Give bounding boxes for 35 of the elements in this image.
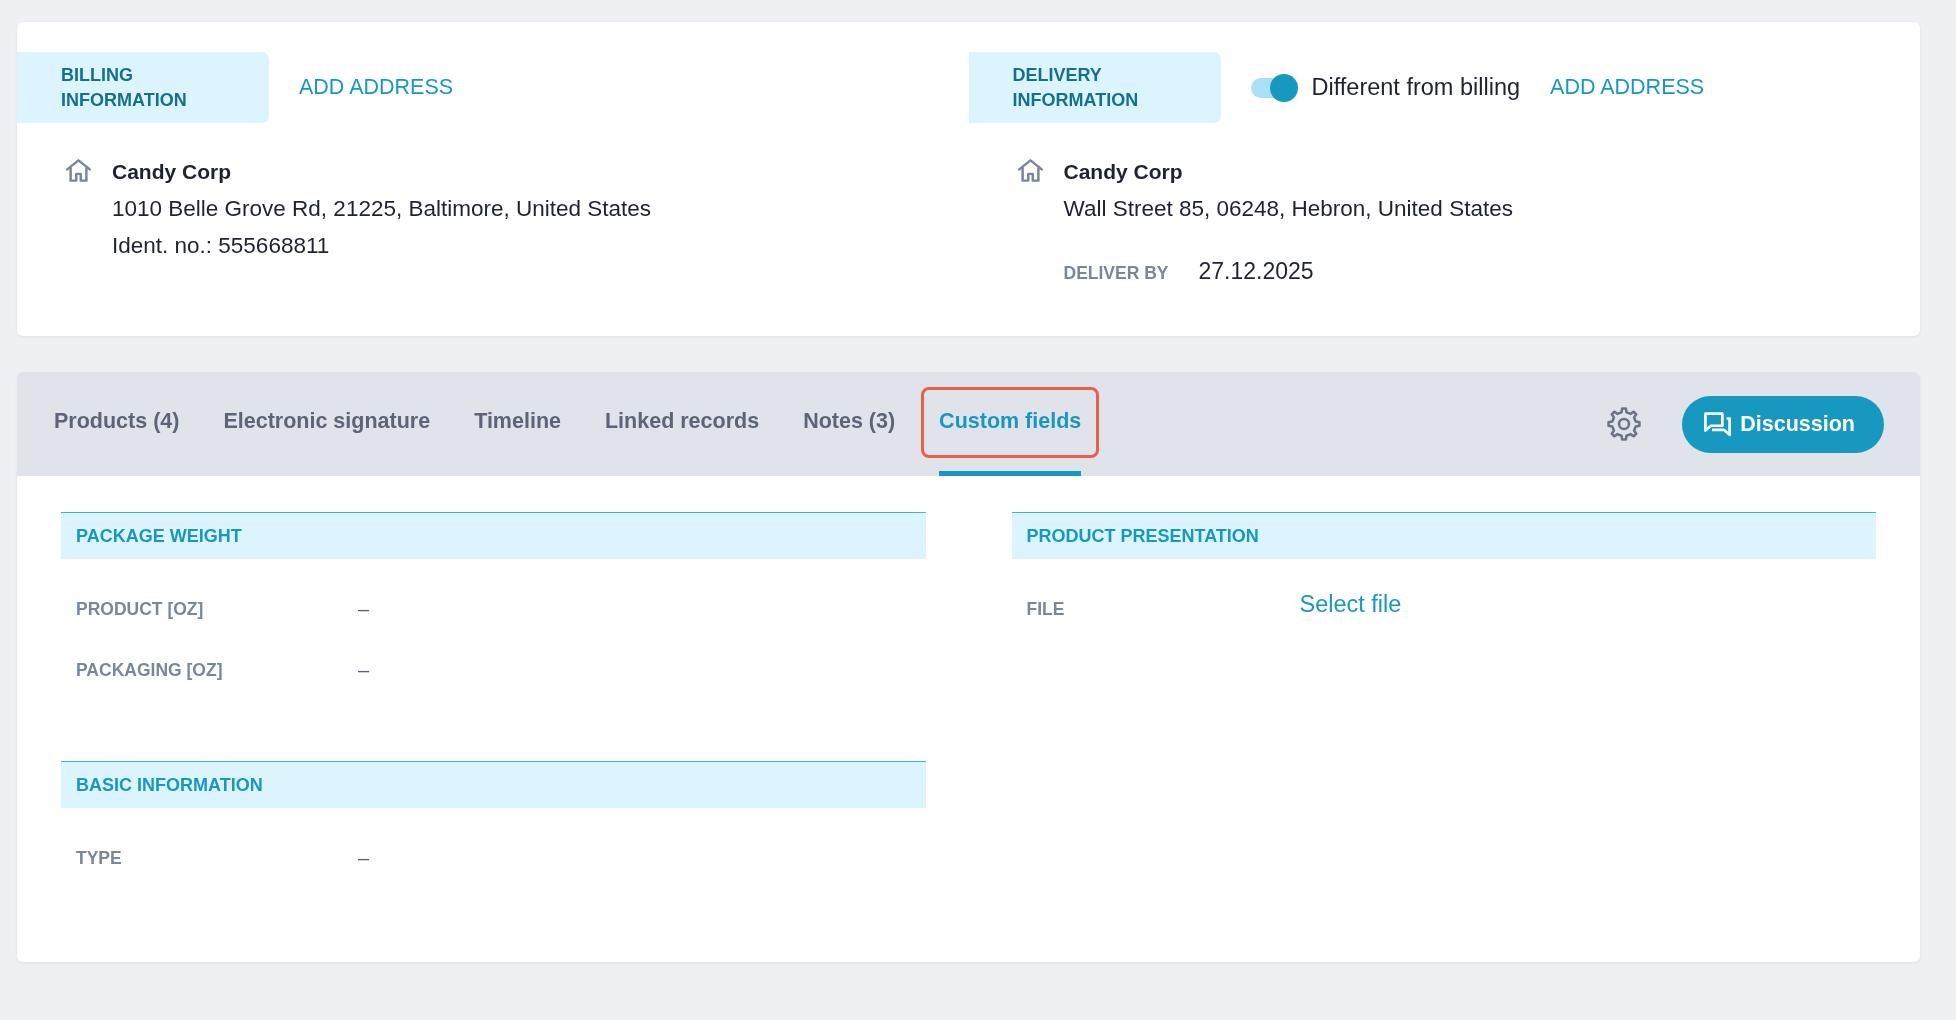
address-line: Wall Street 85, 06248, Hebron, United States: [1063, 195, 1513, 223]
section-header: DELIVERY INFORMATION: [968, 52, 1221, 123]
field-label: FILE: [1026, 599, 1065, 620]
tab[interactable]: Electronic signature: [223, 372, 431, 476]
select-file-link[interactable]: Select file: [1299, 591, 1402, 618]
field-value: –: [358, 598, 370, 621]
company-name: Candy Corp: [112, 159, 232, 185]
field-label: TYPE: [76, 848, 122, 869]
add-address-link[interactable]: ADD ADDRESS: [299, 75, 454, 100]
deliver-by-label: DELIVER BY: [1063, 262, 1169, 285]
address-line: 1010 Belle Grove Rd, 21225, Baltimore, United States: [112, 195, 652, 223]
section-header: BASIC INFORMATION: [61, 761, 926, 808]
add-address-link[interactable]: ADD ADDRESS: [1550, 75, 1705, 100]
tab[interactable]: Custom fields: [939, 372, 1082, 476]
section-header: PACKAGE WEIGHT: [61, 512, 926, 559]
field-label: PACKAGING [OZ]: [76, 660, 223, 681]
home-icon: [65, 158, 92, 183]
tab[interactable]: Linked records: [605, 372, 760, 476]
section-header: PRODUCT PRESENTATION: [1011, 512, 1876, 559]
toggle-label: Different from billing: [1311, 74, 1521, 101]
address-line: Ident. no.: 555668811: [112, 232, 331, 260]
tab[interactable]: Notes (3): [803, 372, 896, 476]
section-header: BILLING INFORMATION: [17, 52, 269, 123]
toggle-switch[interactable]: [1250, 73, 1298, 102]
tab[interactable]: Products (4): [54, 372, 180, 476]
field-value: –: [358, 847, 370, 870]
discussion-button[interactable]: Discussion: [1682, 395, 1884, 453]
settings-icon[interactable]: [1606, 406, 1643, 442]
field-value: –: [358, 659, 370, 682]
tab[interactable]: Timeline: [474, 372, 561, 476]
field-label: PRODUCT [OZ]: [76, 599, 204, 620]
chat-icon: [1703, 410, 1733, 438]
deliver-by-date: 27.12.2025: [1198, 257, 1314, 286]
home-icon: [1016, 158, 1044, 183]
company-name: Candy Corp: [1063, 159, 1184, 185]
